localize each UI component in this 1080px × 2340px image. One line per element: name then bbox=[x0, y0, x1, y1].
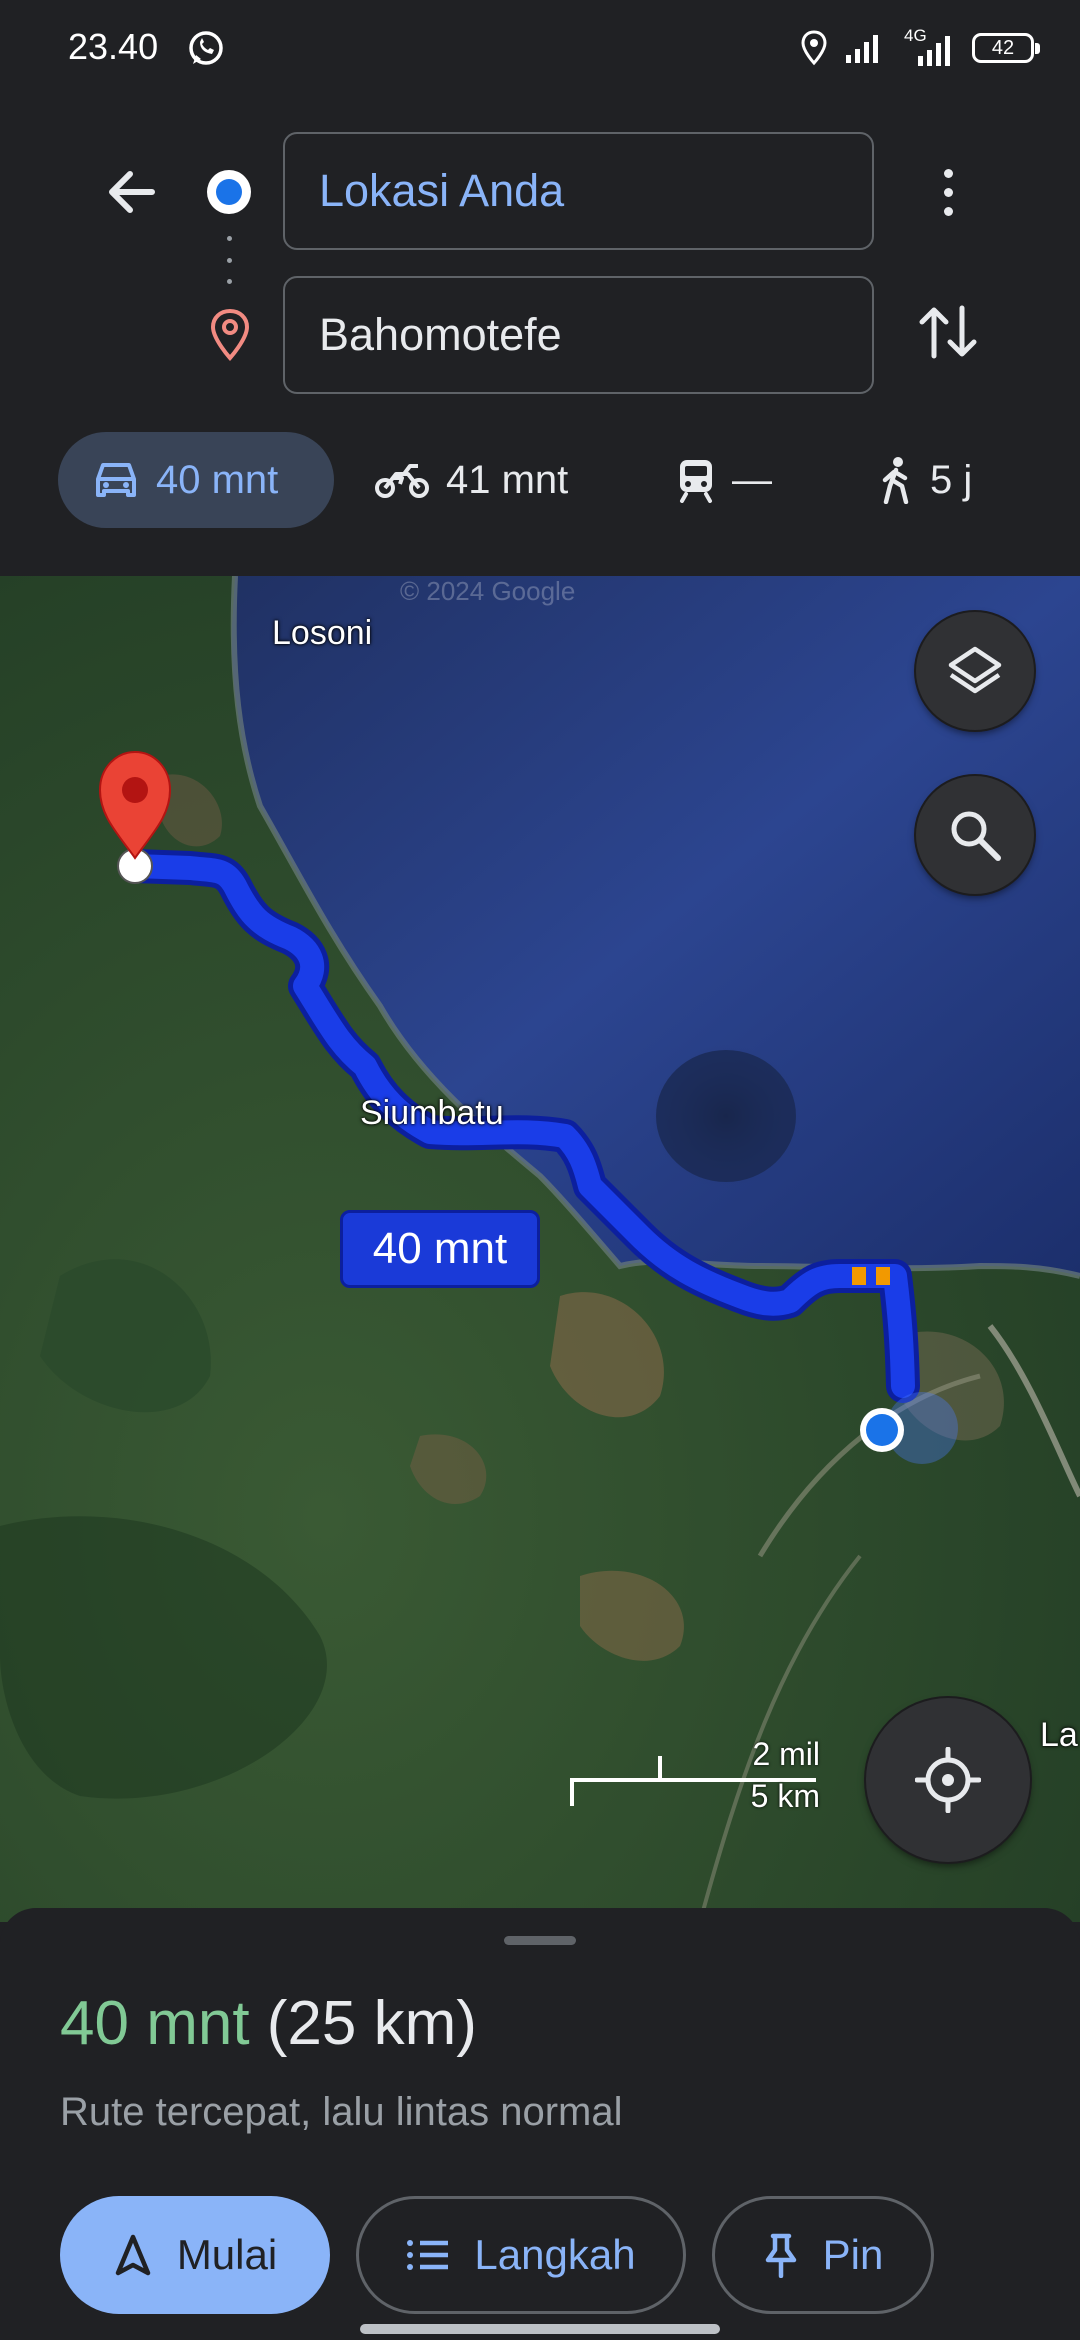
signal-4g-icon bbox=[918, 36, 950, 66]
back-button[interactable] bbox=[96, 156, 168, 228]
map-view[interactable]: © 2024 Google Losoni Siumbatu La 40 mnt … bbox=[0, 576, 1080, 1922]
origin-value: Lokasi Anda bbox=[319, 165, 565, 216]
mode-walk-time: 5 j bbox=[930, 457, 973, 502]
mode-tab-motorcycle[interactable]: 41 mnt bbox=[374, 432, 568, 528]
mode-tab-transit[interactable]: — bbox=[676, 432, 772, 528]
map-search-button[interactable] bbox=[916, 776, 1034, 894]
start-label: Mulai bbox=[176, 2231, 278, 2278]
signal-icon bbox=[846, 35, 878, 63]
car-icon bbox=[96, 463, 136, 497]
mode-tab-walk[interactable]: 5 j bbox=[878, 432, 972, 528]
map-scale: 2 mil 5 km bbox=[570, 1736, 820, 1814]
drag-handle[interactable] bbox=[504, 1936, 576, 1945]
status-bar: 23.40 4G 42 bbox=[0, 0, 1080, 96]
pin-label: Pin bbox=[822, 2231, 884, 2278]
whatsapp-icon bbox=[189, 31, 223, 65]
motorcycle-icon bbox=[375, 464, 429, 498]
map-watermark: © 2024 Google bbox=[400, 576, 576, 606]
layers-button[interactable] bbox=[916, 612, 1034, 730]
status-time: 23.40 bbox=[68, 26, 159, 67]
status-icons: 4G 42 bbox=[800, 26, 1040, 68]
route-description: Rute tercepat, lalu lintas normal bbox=[60, 2090, 623, 2134]
route-dots-icon bbox=[227, 236, 232, 284]
place-label-siumbatu: Siumbatu bbox=[360, 1094, 504, 1132]
layers-icon bbox=[948, 646, 1002, 694]
mode-car-time: 40 mnt bbox=[156, 457, 279, 502]
destination-pin-icon bbox=[210, 308, 250, 361]
place-label-losoni: Losoni bbox=[272, 614, 373, 652]
destination-value: Bahomotefe bbox=[319, 309, 562, 360]
scale-metric: 5 km bbox=[750, 1778, 820, 1814]
destination-field[interactable]: Bahomotefe bbox=[283, 276, 874, 394]
my-location-button[interactable] bbox=[866, 1698, 1030, 1862]
walk-icon bbox=[882, 457, 909, 504]
summary-time: 40 mnt bbox=[60, 1989, 250, 2058]
search-icon bbox=[951, 811, 1001, 861]
route-summary-sheet[interactable]: 40 mnt (25 km) Rute tercepat, lalu linta… bbox=[0, 1908, 1080, 2340]
navigation-arrow-icon bbox=[115, 2234, 151, 2276]
route-eta-text: 40 mnt bbox=[372, 1224, 508, 1273]
origin-field[interactable]: Lokasi Anda bbox=[283, 132, 874, 250]
crosshair-icon bbox=[915, 1747, 981, 1813]
directions-header: Lokasi Anda Bahomotefe 40 mnt 41 mnt — 5… bbox=[0, 96, 1080, 576]
pushpin-icon bbox=[765, 2233, 796, 2278]
route-summary: 40 mnt (25 km) bbox=[60, 1988, 477, 2059]
network-indicator: 4G bbox=[900, 26, 956, 68]
location-icon bbox=[801, 30, 827, 66]
mode-tab-car[interactable]: 40 mnt bbox=[58, 432, 334, 528]
route-eta-chip[interactable]: 40 mnt bbox=[340, 1210, 540, 1288]
steps-button[interactable]: Langkah bbox=[356, 2196, 686, 2314]
travel-mode-tabs: 40 mnt 41 mnt — 5 j bbox=[58, 432, 1058, 528]
summary-distance: (25 km) bbox=[266, 1989, 477, 2058]
list-icon bbox=[407, 2240, 449, 2270]
origin-dot-icon bbox=[207, 170, 251, 214]
swap-directions-button[interactable] bbox=[912, 296, 984, 368]
battery-icon: 42 bbox=[972, 33, 1040, 63]
scale-imperial: 2 mil bbox=[752, 1736, 820, 1772]
home-indicator[interactable] bbox=[360, 2324, 720, 2334]
mode-transit-time: — bbox=[732, 457, 772, 502]
battery-level: 42 bbox=[991, 36, 1015, 59]
place-label-edge: La bbox=[1040, 1716, 1078, 1754]
train-icon bbox=[680, 460, 712, 503]
arrow-back-icon bbox=[109, 171, 155, 213]
start-button[interactable]: Mulai bbox=[60, 2196, 330, 2314]
mode-motorcycle-time: 41 mnt bbox=[446, 457, 569, 502]
more-options-button[interactable] bbox=[920, 156, 976, 228]
pin-button[interactable]: Pin bbox=[712, 2196, 934, 2314]
steps-label: Langkah bbox=[474, 2231, 636, 2278]
